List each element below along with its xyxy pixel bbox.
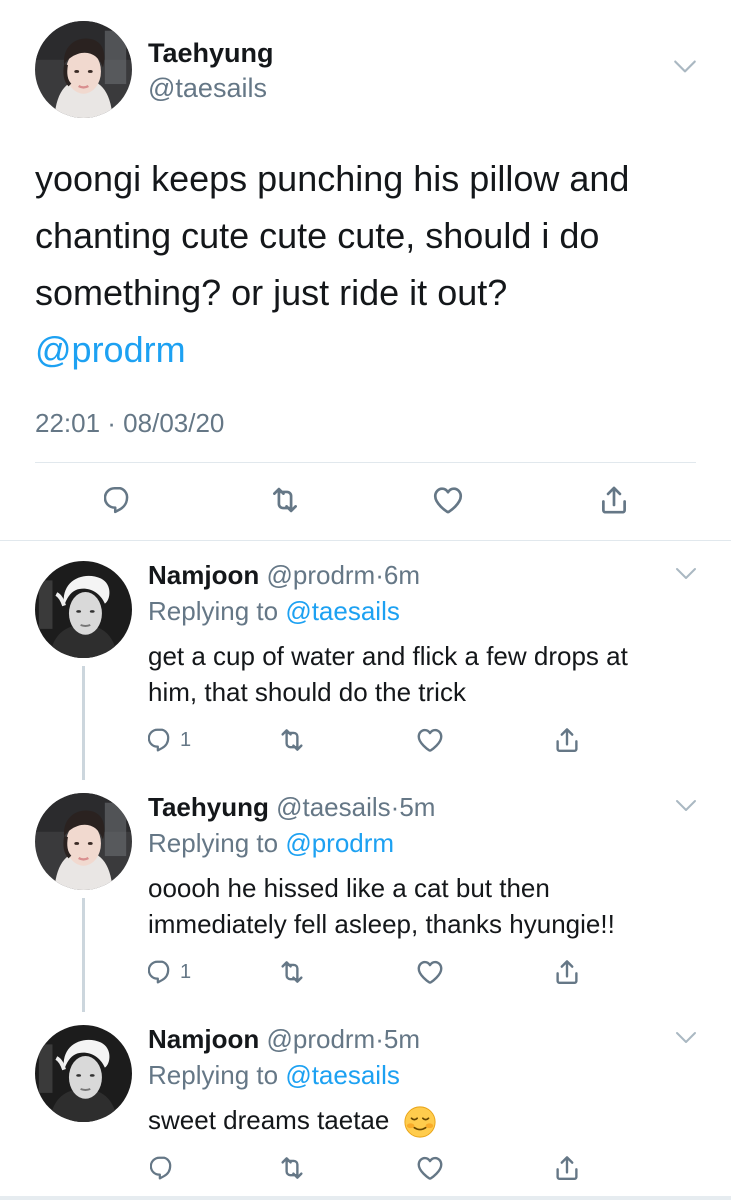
- reply-button[interactable]: [150, 1150, 178, 1186]
- reply-header: Taehyung @taesails·5m: [148, 792, 435, 823]
- reply-text-content: sweet dreams taetae: [148, 1105, 390, 1135]
- retweet-button[interactable]: [277, 954, 307, 990]
- share-button[interactable]: [552, 954, 582, 990]
- reply-icon: [150, 1154, 178, 1182]
- tweet-text-line: chanting cute cute cute, should i do: [35, 215, 600, 256]
- like-icon: [415, 725, 445, 755]
- author-handle[interactable]: @prodrm: [266, 1024, 375, 1054]
- reply-text-line: get a cup of water and flick a few drops…: [148, 641, 628, 671]
- reply-icon: [148, 958, 176, 986]
- like-icon: [431, 483, 465, 517]
- like-icon: [415, 957, 445, 987]
- mention-link[interactable]: @taesails: [285, 1060, 400, 1090]
- share-icon: [552, 1153, 582, 1183]
- share-icon: [552, 725, 582, 755]
- like-button[interactable]: [415, 722, 445, 758]
- action-bar: [0, 478, 731, 522]
- retweet-button[interactable]: [265, 478, 305, 522]
- avatar-namjoon-icon: [35, 1025, 132, 1122]
- avatar[interactable]: [35, 561, 132, 658]
- divider: [0, 1196, 731, 1200]
- action-bar: [0, 1150, 731, 1186]
- avatar[interactable]: [35, 1025, 132, 1122]
- reply-text: sweet dreams taetae: [148, 1102, 708, 1139]
- share-button[interactable]: [552, 1150, 582, 1186]
- relative-time[interactable]: 6m: [384, 560, 420, 590]
- author-handle[interactable]: @taesails: [148, 73, 267, 104]
- chevron-down-icon[interactable]: [674, 566, 698, 582]
- divider: [35, 462, 696, 463]
- main-tweet: Taehyung @taesails yoongi keeps punching…: [0, 0, 731, 540]
- retweet-icon: [277, 1153, 307, 1183]
- avatar-taehyung-icon: [35, 21, 132, 118]
- timestamp[interactable]: 22:01 · 08/03/20: [35, 408, 224, 439]
- like-button[interactable]: [415, 1150, 445, 1186]
- tweet-text-line: something? or just ride it out?: [35, 272, 508, 313]
- relieved-smiling-face-emoji-icon: [404, 1106, 436, 1138]
- like-button[interactable]: [415, 954, 445, 990]
- reply-count: 1: [180, 728, 192, 751]
- relative-time[interactable]: 5m: [384, 1024, 420, 1054]
- separator: ·: [375, 1024, 384, 1054]
- chevron-down-icon[interactable]: [674, 1030, 698, 1046]
- reply-text-line: him, that should do the trick: [148, 677, 466, 707]
- reply-text: get a cup of water and flick a few drops…: [148, 638, 708, 710]
- like-icon: [415, 1153, 445, 1183]
- divider: [0, 540, 731, 541]
- retweet-icon: [277, 725, 307, 755]
- avatar[interactable]: [35, 793, 132, 890]
- replying-prefix: Replying to: [148, 1060, 286, 1090]
- reply-header: Namjoon @prodrm·5m: [148, 1024, 420, 1055]
- replying-to: Replying to @prodrm: [148, 828, 394, 859]
- reply-header: Namjoon @prodrm·6m: [148, 560, 420, 591]
- tweet-text: yoongi keeps punching his pillow and cha…: [35, 150, 715, 378]
- replying-to: Replying to @taesails: [148, 1060, 400, 1091]
- reply-button[interactable]: 1: [148, 954, 191, 990]
- share-button[interactable]: [594, 478, 634, 522]
- author-name[interactable]: Namjoon: [148, 560, 259, 590]
- replying-prefix: Replying to: [148, 596, 286, 626]
- share-icon: [552, 957, 582, 987]
- action-bar: 1: [0, 954, 731, 990]
- reply-icon: [148, 726, 176, 754]
- author-handle[interactable]: @taesails: [276, 792, 391, 822]
- reply-button[interactable]: [100, 478, 140, 522]
- separator: ·: [375, 560, 384, 590]
- share-icon: [597, 483, 631, 517]
- reply-text-line: ooooh he hissed like a cat but then: [148, 873, 550, 903]
- author-name[interactable]: Taehyung: [148, 38, 274, 69]
- reply-text-line: sweet dreams taetae: [148, 1102, 708, 1139]
- chevron-down-icon[interactable]: [674, 798, 698, 814]
- retweet-button[interactable]: [277, 722, 307, 758]
- avatar-namjoon-icon: [35, 561, 132, 658]
- relative-time[interactable]: 5m: [399, 792, 435, 822]
- chevron-down-icon[interactable]: [672, 58, 698, 76]
- retweet-icon: [277, 957, 307, 987]
- like-button[interactable]: [428, 478, 468, 522]
- share-button[interactable]: [552, 722, 582, 758]
- reply-text-line: immediately fell asleep, thanks hyungie!…: [148, 909, 615, 939]
- author-name[interactable]: Taehyung: [148, 792, 269, 822]
- mention-link[interactable]: @prodrm: [285, 828, 394, 858]
- tweet-text-line: yoongi keeps punching his pillow and: [35, 158, 630, 199]
- reply-text: ooooh he hissed like a cat but then imme…: [148, 870, 708, 942]
- mention-link[interactable]: @taesails: [285, 596, 400, 626]
- reply-count: 1: [180, 960, 192, 983]
- mention-link[interactable]: @prodrm: [35, 321, 715, 378]
- author-handle[interactable]: @prodrm: [266, 560, 375, 590]
- avatar[interactable]: [35, 21, 132, 118]
- action-bar: 1: [0, 722, 731, 758]
- replying-prefix: Replying to: [148, 828, 286, 858]
- avatar-taehyung-icon: [35, 793, 132, 890]
- retweet-icon: [268, 483, 302, 517]
- author-name[interactable]: Namjoon: [148, 1024, 259, 1054]
- replying-to: Replying to @taesails: [148, 596, 400, 627]
- reply-button[interactable]: 1: [148, 722, 191, 758]
- reply-icon: [104, 484, 136, 516]
- retweet-button[interactable]: [277, 1150, 307, 1186]
